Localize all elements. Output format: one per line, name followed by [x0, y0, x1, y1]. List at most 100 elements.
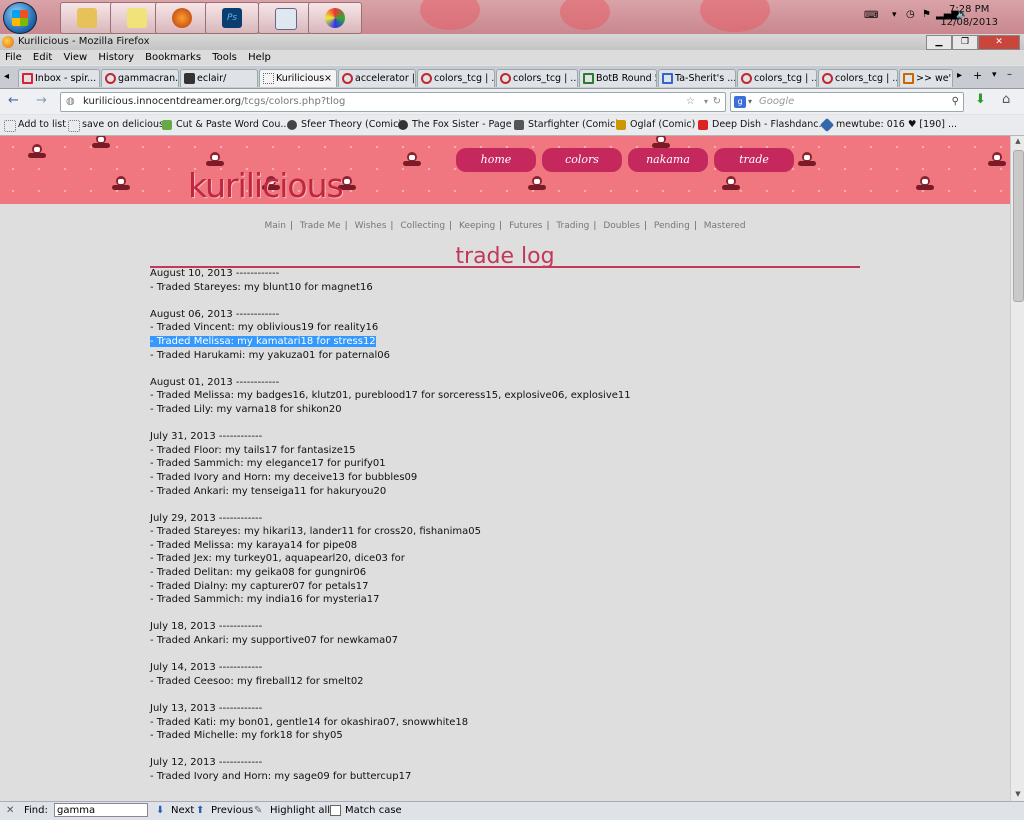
find-input[interactable]: gamma [54, 803, 148, 817]
subnav-collecting[interactable]: Collecting [400, 221, 445, 231]
close-find-bar-icon[interactable]: ✕ [6, 802, 14, 819]
url-bar[interactable]: ◍ kurilicious.innocentdreamer.org/tcgs/c… [60, 92, 726, 112]
menu-file[interactable]: File [5, 50, 22, 65]
menu-help[interactable]: Help [248, 50, 271, 65]
nav-home-button[interactable]: home [456, 148, 536, 172]
subnav-trading[interactable]: Trading [556, 221, 589, 231]
match-case-checkbox[interactable]: Match case [330, 802, 402, 819]
bookmark-deep-dish[interactable]: Deep Dish - Flashdanc... [698, 117, 828, 133]
scroll-up-arrow-icon[interactable]: ▲ [1013, 137, 1023, 147]
url-history-dropdown-icon[interactable]: ▾ [704, 93, 708, 111]
scroll-down-arrow-icon[interactable]: ▼ [1013, 790, 1023, 800]
mascot-sprite [528, 176, 546, 190]
log-day-group: July 31, 2013 ------------ - Traded Floor… [150, 430, 950, 498]
minimize-button[interactable]: ▁ [926, 35, 952, 50]
nav-nakama-button[interactable]: nakama [628, 148, 708, 172]
search-icon[interactable]: ⚲ [952, 93, 959, 111]
nav-colors-button[interactable]: colors [542, 148, 622, 172]
find-previous-button[interactable]: Previous [211, 802, 253, 819]
taskbar-photoshop-button[interactable]: Ps [205, 2, 259, 34]
cat-icon [184, 73, 195, 84]
nav-trade-button[interactable]: trade [714, 148, 794, 172]
globe-icon [398, 120, 408, 130]
subnav-pending[interactable]: Pending [654, 221, 690, 231]
scroll-tabs-right-icon[interactable]: ▸ [957, 70, 962, 81]
restore-button[interactable]: ❐ [952, 35, 978, 50]
tab-kurilicious[interactable]: Kurilicious × [259, 69, 337, 87]
system-clock[interactable]: 7:28 PM 12/08/2013 [940, 3, 998, 29]
menu-edit[interactable]: Edit [33, 50, 52, 65]
eye-icon [287, 120, 297, 130]
search-input[interactable]: Google [759, 93, 794, 111]
bookmark-add-to-list[interactable]: Add to list [4, 117, 66, 133]
forward-icon[interactable]: → [36, 93, 47, 108]
scrollbar-thumb[interactable] [1013, 150, 1024, 302]
clock-tray-icon[interactable]: ◷ [906, 9, 915, 20]
tab-ta-sherit[interactable]: Ta-Sherit's ... [658, 69, 736, 87]
bookmark-fox-sister[interactable]: The Fox Sister - Page 8 [398, 117, 521, 133]
bookmark-mewtube[interactable]: mewtube: 016 ♥ [190] ... [819, 117, 957, 133]
tab-inbox[interactable]: Inbox - spir... [18, 69, 100, 87]
tab-eclair[interactable]: eclair/ [180, 69, 258, 87]
tab-botb[interactable]: BotB Round 5 [579, 69, 657, 87]
subnav-futures[interactable]: Futures [509, 221, 542, 231]
tray-expand-icon[interactable]: ▾ [892, 10, 897, 20]
keyboard-icon[interactable]: ⌨ [864, 10, 878, 21]
tab-accelerator[interactable]: accelerator |... [338, 69, 416, 87]
new-tab-icon[interactable]: + [973, 69, 982, 82]
tab-colors-tcg-4[interactable]: colors_tcg | ... [818, 69, 898, 87]
subnav-trade-me[interactable]: Trade Me [300, 221, 341, 231]
reload-icon[interactable]: ↻ [713, 93, 721, 111]
minimize-tabs-icon[interactable]: – [1007, 69, 1012, 80]
bookmark-sfeer-theory[interactable]: Sfeer Theory (Comic) [287, 117, 402, 133]
tab-colors-tcg-2[interactable]: colors_tcg | ... [496, 69, 578, 87]
menu-history[interactable]: History [98, 50, 134, 65]
subnav-mastered[interactable]: Mastered [704, 221, 746, 231]
start-button[interactable] [3, 2, 37, 34]
list-all-tabs-icon[interactable]: ▾ [992, 70, 997, 80]
close-tab-icon[interactable]: × [324, 70, 332, 87]
google-icon[interactable]: g [734, 96, 746, 108]
log-date-header: August 10, 2013 ------------ [150, 268, 280, 279]
tab-label: gammacran... [118, 73, 179, 84]
dotted-box-icon [68, 120, 80, 132]
back-icon[interactable]: ← [8, 93, 19, 108]
menu-tools[interactable]: Tools [212, 50, 237, 65]
blank-page-icon [263, 73, 274, 84]
find-next-button[interactable]: Next [171, 802, 194, 819]
page-scrollbar[interactable]: ▲ ▼ [1010, 136, 1024, 801]
taskbar-explorer-button[interactable] [60, 2, 114, 34]
log-trade-entry: - Traded Ankari: my supportive07 for new… [150, 635, 398, 647]
bookmark-save-on-delicious[interactable]: save on delicious [68, 117, 164, 133]
taskbar-firefox-button[interactable] [155, 2, 209, 34]
search-bar[interactable]: g ▾ Google ⚲ [730, 92, 964, 112]
bookmark-cut-paste[interactable]: Cut & Paste Word Cou... [162, 117, 289, 133]
bookmark-oglaf[interactable]: Oglaf (Comic) [616, 117, 695, 133]
scroll-tabs-left-icon[interactable]: ◂ [4, 71, 9, 82]
menu-view[interactable]: View [63, 50, 87, 65]
subnav-wishes[interactable]: Wishes [355, 221, 387, 231]
subnav-doubles[interactable]: Doubles [603, 221, 640, 231]
menu-bookmarks[interactable]: Bookmarks [145, 50, 201, 65]
home-icon[interactable]: ⌂ [1002, 92, 1010, 107]
window-controls: ▁ ❐ ✕ [926, 35, 1020, 50]
url-domain: kurilicious.innocentdreamer.org [83, 96, 242, 107]
close-window-button[interactable]: ✕ [978, 35, 1020, 50]
tab-colors-tcg-3[interactable]: colors_tcg | ... [737, 69, 817, 87]
highlight-all-button[interactable]: Highlight all [270, 802, 330, 819]
subnav-main[interactable]: Main [264, 221, 286, 231]
tab-colors-tcg-1[interactable]: colors_tcg | ... [417, 69, 495, 87]
taskbar-viewer-button[interactable] [258, 2, 312, 34]
site-logo[interactable]: kurilicious [188, 166, 344, 205]
globe-icon: ◍ [66, 96, 75, 107]
bookmark-starfighter[interactable]: Starfighter (Comic) [514, 117, 619, 133]
action-center-flag-icon[interactable]: ⚑ [922, 9, 931, 20]
log-trade-entry: - Traded Harukami: my yakuza01 for pater… [150, 349, 390, 361]
bookmark-star-icon[interactable]: ☆ [686, 93, 695, 111]
taskbar-paint-button[interactable] [308, 2, 362, 34]
tab-well[interactable]: >> we'll [899, 69, 953, 87]
subnav-keeping[interactable]: Keeping [459, 221, 495, 231]
search-engine-dropdown-icon[interactable]: ▾ [748, 93, 752, 111]
download-icon[interactable]: ⬇ [975, 92, 986, 107]
tab-gammacran[interactable]: gammacran... [101, 69, 179, 87]
